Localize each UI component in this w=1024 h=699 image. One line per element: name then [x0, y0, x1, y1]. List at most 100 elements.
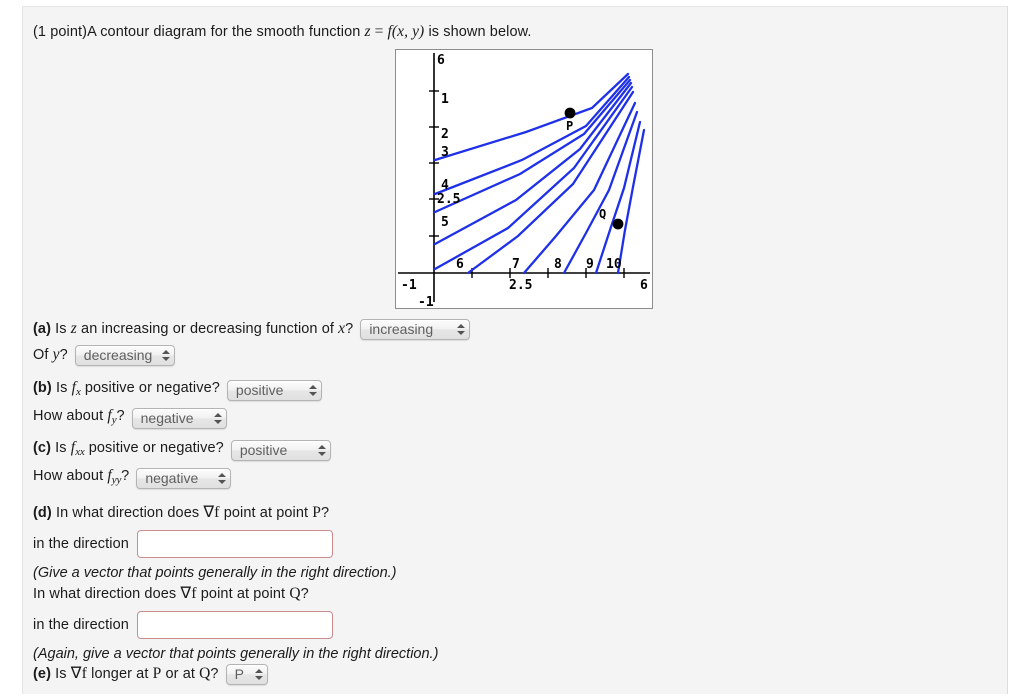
question-b: (b) Is fx positive or negative? positive…: [33, 377, 322, 431]
subscript-xx: xx: [75, 446, 85, 458]
contour-label-9: 9: [586, 257, 594, 272]
question-d-answer-row-p: in the direction: [33, 530, 438, 558]
point-q-dot: [612, 218, 624, 230]
question-d-text-3: ?: [321, 505, 330, 521]
point-q-reference: Q: [199, 665, 211, 682]
select-b-fx[interactable]: positive: [226, 379, 322, 401]
question-c-text-1: Is: [55, 440, 71, 456]
select-c-fyy-value: negative: [145, 470, 199, 486]
select-b-fy-value: negative: [140, 410, 194, 426]
contour-label-5: 5: [441, 215, 449, 230]
question-a-text-1: Is: [55, 321, 71, 337]
select-a-x[interactable]: increasing: [360, 318, 471, 340]
gradient-symbol: ∇f: [180, 585, 197, 602]
problem-panel: (1 point)A contour diagram for the smoot…: [22, 6, 1008, 694]
direction-label-q: in the direction: [33, 617, 129, 633]
question-d-text-1: In what direction does: [55, 505, 204, 521]
contour-label-8: 8: [554, 257, 562, 272]
point-p-dot: [564, 107, 576, 119]
question-a-line-1: (a) Is z an increasing or decreasing fun…: [33, 317, 471, 341]
question-a-text: (a) Is z an increasing or decreasing fun…: [33, 318, 353, 340]
contour-label-10: 10: [606, 257, 622, 272]
point-p-reference: P: [312, 504, 322, 521]
subscript-yy: yy: [111, 474, 122, 486]
question-e-text-4: ?: [210, 666, 219, 682]
updown-arrows-icon: [218, 471, 227, 486]
question-a-line2-post: ?: [59, 347, 68, 363]
question-d-answer-row-q: in the direction: [33, 611, 438, 639]
question-c: (c) Is fxx positive or negative? positiv…: [33, 437, 331, 491]
question-c-fyy-text: How about fyy?: [33, 465, 129, 491]
contour-line-9: [594, 120, 642, 275]
question-c-text: (c) Is fxx positive or negative?: [33, 437, 224, 463]
select-a-y[interactable]: decreasing: [74, 344, 175, 366]
question-c-line2-pre: How about: [33, 468, 108, 484]
select-a-y-value: decreasing: [83, 347, 153, 363]
question-b-text-1: Is: [55, 380, 72, 396]
contour-label-3: 3: [441, 145, 449, 160]
gradient-symbol: ∇f: [70, 665, 88, 682]
question-a-tag: (a): [33, 321, 52, 337]
plot-frame: 1 2 3 4 5 6 7 8 9 10 6 2.5 -1 2.5 6 -1 P…: [395, 49, 653, 310]
question-e: (e) Is ∇f longer at P or at Q? P: [33, 662, 268, 686]
point-p-label: P: [566, 119, 573, 133]
select-c-fxx-value: positive: [239, 442, 288, 458]
question-c-line-1: (c) Is fxx positive or negative? positiv…: [33, 437, 331, 463]
contour-label-1: 1: [441, 92, 449, 107]
question-a-text-2: an increasing or decreasing function of: [76, 321, 339, 337]
equals-sign: =: [370, 23, 388, 40]
question-d-text-2: point at point: [219, 505, 313, 521]
select-e-longer-value: P: [234, 666, 244, 682]
question-a-y-text: Of y?: [33, 344, 68, 366]
updown-arrows-icon: [213, 411, 222, 426]
select-b-fy[interactable]: negative: [131, 407, 227, 429]
question-c-text-2: positive or negative?: [84, 440, 224, 456]
contour-label-7: 7: [512, 257, 520, 272]
select-a-x-value: increasing: [369, 321, 434, 337]
problem-statement: (1 point)A contour diagram for the smoot…: [33, 21, 973, 43]
question-c-tag: (c): [33, 440, 52, 456]
statement-text-1: A contour diagram for the smooth functio…: [87, 24, 365, 40]
question-b-tag: (b): [33, 380, 52, 396]
y-axis-label-min: -1: [418, 295, 434, 308]
select-c-fyy[interactable]: negative: [136, 467, 232, 489]
contour-diagram: 1 2 3 4 5 6 7 8 9 10 6 2.5 -1 2.5 6 -1 P…: [395, 49, 655, 311]
question-e-text-2: longer at: [87, 666, 153, 682]
points-label: (1 point): [33, 24, 88, 40]
question-d-q-mid: point at point: [196, 586, 290, 602]
select-c-fxx[interactable]: positive: [230, 439, 331, 461]
updown-arrows-icon: [317, 443, 326, 458]
question-a-line2-pre: Of: [33, 347, 53, 363]
point-q-reference: Q: [289, 585, 301, 602]
question-d-prompt-q: In what direction does ∇f point at point…: [33, 583, 438, 605]
gradient-symbol: ∇f: [203, 504, 220, 521]
question-a-text-3: ?: [345, 321, 354, 337]
x-axis-label-min: -1: [401, 278, 417, 293]
question-c-line-2: How about fyy? negative: [33, 465, 331, 491]
direction-input-p[interactable]: [136, 530, 333, 558]
updown-arrows-icon: [308, 383, 317, 398]
contour-label-6: 6: [456, 257, 464, 272]
question-b-line2-post: ?: [116, 408, 125, 424]
question-b-text: (b) Is fx positive or negative?: [33, 377, 220, 403]
question-b-line-1: (b) Is fx positive or negative? positive: [33, 377, 322, 403]
question-d-q-post: ?: [300, 586, 309, 602]
updown-arrows-icon: [457, 322, 466, 337]
select-e-longer[interactable]: P: [225, 663, 268, 685]
question-b-line-2: How about fy? negative: [33, 405, 322, 431]
x-axis-label-mid: 2.5: [509, 278, 532, 293]
contour-line-8: [562, 110, 639, 275]
statement-text-2: is shown below.: [424, 24, 532, 40]
updown-arrows-icon: [162, 348, 171, 363]
question-b-text-2: positive or negative?: [80, 380, 220, 396]
updown-arrows-icon: [254, 667, 263, 682]
page-root: (1 point)A contour diagram for the smoot…: [0, 0, 1024, 699]
point-q-label: Q: [599, 207, 606, 221]
question-e-text-1: Is: [55, 666, 71, 682]
x-axis-label-max: 6: [640, 278, 648, 293]
variable-y: y: [52, 346, 60, 363]
question-d: (d) In what direction does ∇f point at p…: [33, 502, 438, 662]
direction-input-q[interactable]: [136, 611, 333, 639]
question-e-line: (e) Is ∇f longer at P or at Q? P: [33, 662, 268, 686]
function-args: (x, y): [391, 23, 425, 40]
